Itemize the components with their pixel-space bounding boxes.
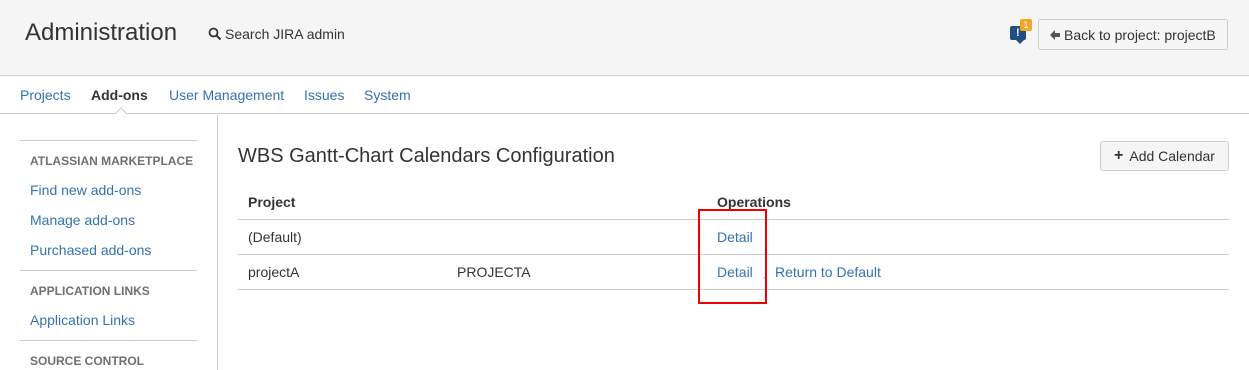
search-admin-label: Search JIRA admin <box>225 26 345 42</box>
sidebar-divider <box>20 340 197 341</box>
page-title: Administration <box>25 19 178 46</box>
arrow-left-icon <box>1050 29 1060 40</box>
sidebar-item-purchased-add-ons[interactable]: Purchased add-ons <box>30 242 151 258</box>
add-calendar-label: Add Calendar <box>1129 148 1215 164</box>
notification-badge: 1 <box>1020 19 1032 31</box>
tab-add-ons[interactable]: Add-ons <box>91 87 148 103</box>
tab-user-management[interactable]: User Management <box>169 87 284 103</box>
plus-icon: + <box>1114 147 1124 164</box>
back-to-project-button[interactable]: Back to project: projectB <box>1038 19 1228 50</box>
sidebar-item-application-links[interactable]: Application Links <box>30 312 135 328</box>
active-tab-pointer <box>114 107 128 115</box>
sidebar: ATLASSIAN MARKETPLACE Find new add-ons M… <box>0 115 218 370</box>
back-to-project-label: Back to project: projectB <box>1064 26 1216 43</box>
page-heading: WBS Gantt-Chart Calendars Configuration <box>238 145 615 167</box>
search-admin-link[interactable]: Search JIRA admin <box>208 26 345 42</box>
admin-header: Administration Search JIRA admin ! 1 Bac… <box>0 0 1249 76</box>
row-project-name: (Default) <box>248 229 302 245</box>
search-icon <box>208 27 222 41</box>
sidebar-heading-application-links: APPLICATION LINKS <box>30 284 150 298</box>
sidebar-item-manage-add-ons[interactable]: Manage add-ons <box>30 212 135 228</box>
sidebar-divider <box>20 270 197 271</box>
sidebar-heading-marketplace: ATLASSIAN MARKETPLACE <box>30 154 194 168</box>
tab-system[interactable]: System <box>364 87 411 103</box>
notifications-button[interactable]: ! 1 <box>1010 18 1034 44</box>
column-header-operations: Operations <box>717 194 791 210</box>
sidebar-divider <box>20 140 197 141</box>
admin-nav: Projects Add-ons User Management Issues … <box>0 77 1249 114</box>
return-to-default-link[interactable]: Return to Default <box>775 264 881 280</box>
sidebar-item-find-new-add-ons[interactable]: Find new add-ons <box>30 182 141 198</box>
tab-issues[interactable]: Issues <box>304 87 344 103</box>
sidebar-heading-source-control: SOURCE CONTROL <box>30 354 144 368</box>
tab-projects[interactable]: Projects <box>20 87 71 103</box>
add-calendar-button[interactable]: + Add Calendar <box>1100 141 1229 171</box>
highlight-box <box>698 209 767 304</box>
column-header-project: Project <box>248 194 296 210</box>
row-project-name: projectA <box>248 264 300 280</box>
row-project-key: PROJECTA <box>457 264 531 280</box>
